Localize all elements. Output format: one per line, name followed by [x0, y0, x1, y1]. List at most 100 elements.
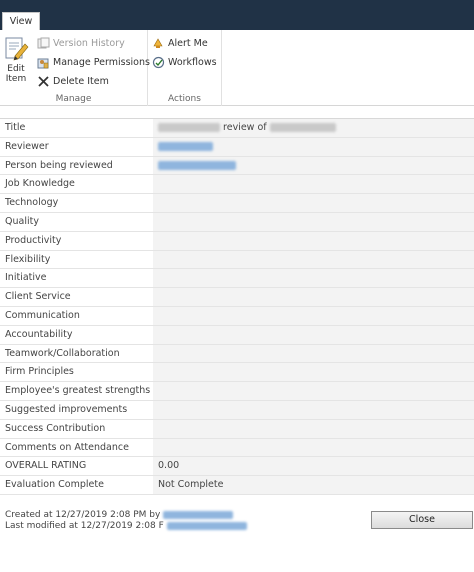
- title-review-of: review of: [223, 122, 267, 133]
- edit-item-label-2: Item: [5, 74, 27, 84]
- form-row: Initiative: [0, 269, 474, 289]
- field-value: [153, 250, 474, 269]
- field-value: [153, 175, 474, 194]
- edit-item-icon: [5, 37, 29, 61]
- delete-item-button[interactable]: Delete Item: [37, 73, 109, 89]
- item-audit-info: Created at 12/27/2019 2:08 PM by Last mo…: [5, 510, 247, 532]
- alert-me-label: Alert Me: [168, 37, 208, 49]
- version-history-button[interactable]: Version History: [37, 35, 125, 51]
- delete-item-label: Delete Item: [53, 75, 109, 87]
- field-label: Comments on Attendance: [5, 441, 129, 453]
- field-label: Title: [5, 122, 26, 133]
- field-label: Communication: [5, 309, 80, 321]
- field-label: Productivity: [5, 234, 62, 246]
- field-value: [153, 156, 474, 175]
- modified-by-link[interactable]: [166, 521, 247, 530]
- workflows-button[interactable]: Workflows: [152, 54, 217, 70]
- field-value: [153, 382, 474, 400]
- field-label: Technology: [5, 197, 59, 209]
- form-row: Flexibility: [0, 250, 474, 270]
- manage-group-label: Manage: [55, 94, 92, 104]
- alert-me-button[interactable]: Alert Me: [152, 35, 208, 51]
- field-value: [153, 419, 474, 438]
- form-row: Teamwork/Collaboration: [0, 344, 474, 364]
- field-label: Client Service: [5, 291, 71, 303]
- form-row: Client Service: [0, 288, 474, 307]
- form-row: Accountability: [0, 325, 474, 345]
- item-form: Title review of Reviewer Person being rev…: [0, 118, 474, 495]
- field-label: Initiative: [5, 272, 47, 284]
- form-row: OVERALL RATING 0.00: [0, 457, 474, 477]
- field-label: Flexibility: [5, 253, 51, 265]
- field-label: Quality: [5, 215, 39, 227]
- field-value: [153, 306, 474, 325]
- ribbon-group-manage: Edit Item Version History Manage Permiss…: [0, 30, 150, 106]
- field-label: Employee's greatest strengths: [5, 385, 151, 397]
- modified-info: Last modified at 12/27/2019 2:08 F: [5, 521, 247, 532]
- version-history-label: Version History: [53, 37, 125, 49]
- form-row: Reviewer: [0, 137, 474, 157]
- field-label: Job Knowledge: [5, 178, 75, 190]
- field-value: [153, 288, 474, 306]
- form-row-title: Title review of: [0, 119, 474, 138]
- alert-me-icon: [153, 37, 163, 48]
- redacted-text: [269, 123, 336, 132]
- field-label: Accountability: [5, 328, 73, 340]
- tab-view[interactable]: View: [2, 12, 40, 31]
- field-label: Firm Principles: [5, 366, 74, 378]
- field-value: [153, 231, 474, 250]
- manage-permissions-icon: [37, 58, 49, 68]
- ribbon-group-actions: Alert Me Workflows Actions: [148, 30, 222, 106]
- ribbon: Edit Item Version History Manage Permiss…: [0, 30, 474, 106]
- form-row: Communication: [0, 306, 474, 326]
- manage-permissions-button[interactable]: Manage Permissions: [37, 54, 150, 70]
- field-label: Reviewer: [5, 140, 49, 152]
- field-label: Suggested improvements: [5, 403, 128, 415]
- form-row: Job Knowledge: [0, 175, 474, 195]
- field-label: Evaluation Complete: [5, 479, 104, 491]
- field-value: review of: [153, 119, 474, 137]
- workflows-icon: [152, 56, 165, 68]
- field-value: [153, 325, 474, 344]
- form-row: Comments on Attendance: [0, 438, 474, 458]
- close-button[interactable]: Close: [371, 511, 473, 529]
- edit-item-label-1: Edit: [7, 64, 25, 74]
- field-label: Success Contribution: [5, 422, 106, 434]
- workflows-label: Workflows: [168, 56, 217, 68]
- form-row: Firm Principles: [0, 363, 474, 383]
- top-bar: View: [0, 0, 474, 31]
- created-by-link[interactable]: [163, 510, 234, 519]
- created-info: Created at 12/27/2019 2:08 PM by: [5, 510, 247, 521]
- person-link[interactable]: [158, 141, 213, 151]
- person-link[interactable]: [158, 160, 236, 170]
- edit-item-button[interactable]: Edit Item: [2, 36, 30, 88]
- field-value: [153, 344, 474, 363]
- modified-text: Last modified at 12/27/2019 2:08 F: [5, 521, 164, 531]
- field-label: Person being reviewed: [5, 159, 113, 171]
- created-text: Created at 12/27/2019 2:08 PM by: [5, 510, 161, 520]
- field-value: [153, 363, 474, 382]
- field-value: [153, 137, 474, 156]
- redacted-text: [158, 123, 220, 132]
- field-value: [153, 194, 474, 212]
- form-row: Employee's greatest strengths: [0, 382, 474, 401]
- form-row: Person being reviewed: [0, 156, 474, 176]
- field-value: [153, 212, 474, 231]
- form-row: Evaluation Complete Not Complete: [0, 476, 474, 495]
- version-history-icon: [37, 37, 50, 48]
- form-row: Technology: [0, 194, 474, 213]
- actions-group-label: Actions: [168, 94, 201, 104]
- field-label: Teamwork/Collaboration: [5, 347, 120, 359]
- form-row: Success Contribution: [0, 419, 474, 439]
- field-value: 0.00: [153, 457, 474, 476]
- form-row: Quality: [0, 212, 474, 232]
- field-value: Not Complete: [153, 476, 474, 494]
- delete-icon: [38, 75, 49, 87]
- field-value: [153, 400, 474, 419]
- field-label: OVERALL RATING: [5, 460, 87, 472]
- field-value: [153, 438, 474, 457]
- field-value: [153, 269, 474, 288]
- manage-permissions-label: Manage Permissions: [53, 56, 150, 68]
- form-row: Productivity: [0, 231, 474, 251]
- form-row: Suggested improvements: [0, 400, 474, 420]
